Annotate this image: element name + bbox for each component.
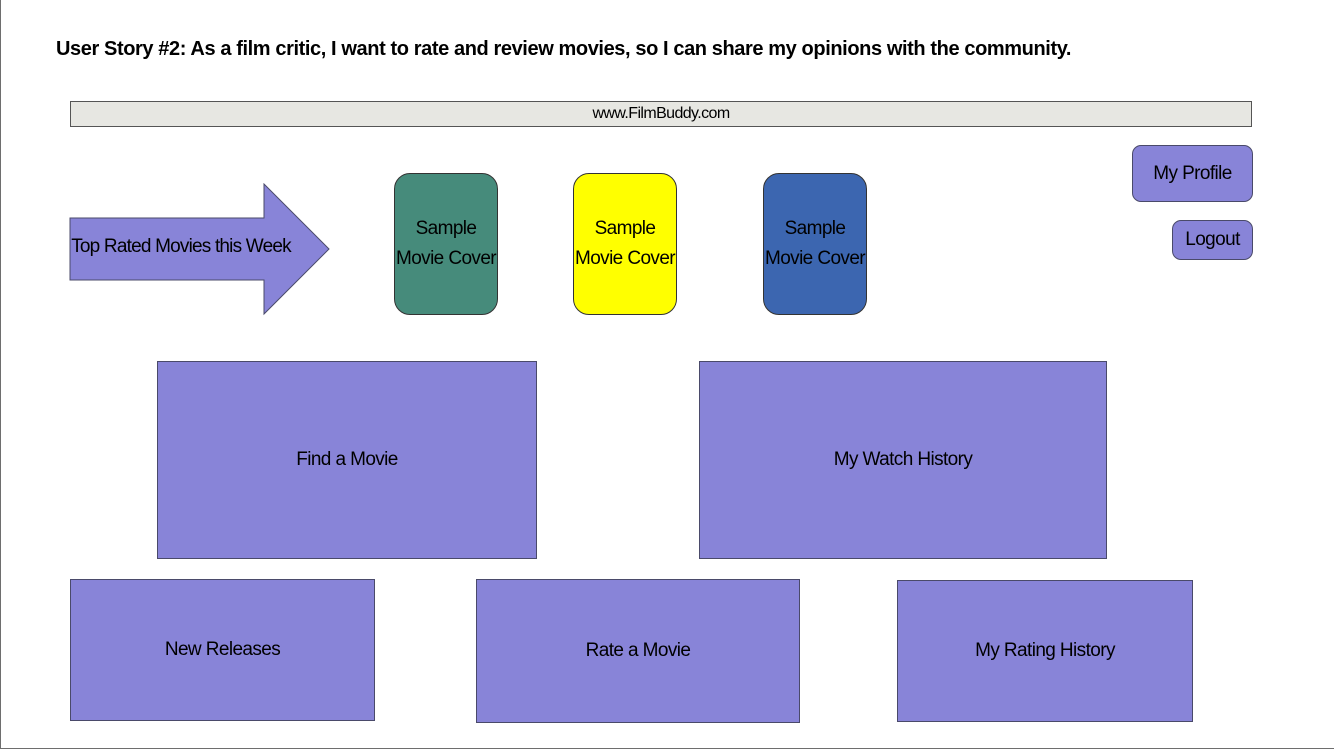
movie-cover-line1: Sample <box>415 218 477 239</box>
find-movie-tile[interactable]: Find a Movie <box>157 361 537 559</box>
watch-history-label: My Watch History <box>833 449 973 470</box>
watch-history-tile[interactable]: My Watch History <box>699 361 1107 559</box>
movie-cover-1[interactable]: Sample Movie Cover <box>394 173 498 315</box>
movie-cover-line2: Movie Cover <box>764 248 866 269</box>
find-movie-label: Find a Movie <box>296 449 398 470</box>
movie-cover-3[interactable]: Sample Movie Cover <box>763 173 867 315</box>
rate-movie-label: Rate a Movie <box>585 640 691 661</box>
rating-history-tile[interactable]: My Rating History <box>897 580 1193 722</box>
movie-cover-2[interactable]: Sample Movie Cover <box>573 173 677 315</box>
url-bar[interactable]: www.FilmBuddy.com <box>70 101 1252 127</box>
url-text: www.FilmBuddy.com <box>592 105 730 122</box>
movie-cover-line2: Movie Cover <box>395 248 497 269</box>
user-story-heading: User Story #2: As a film critic, I want … <box>56 38 1072 60</box>
movie-cover-line2: Movie Cover <box>574 248 676 269</box>
my-profile-label: My Profile <box>1153 162 1232 184</box>
logout-label: Logout <box>1185 229 1240 250</box>
rating-history-label: My Rating History <box>975 640 1115 661</box>
rate-movie-tile[interactable]: Rate a Movie <box>476 579 800 723</box>
logout-button[interactable]: Logout <box>1172 220 1253 260</box>
top-rated-label: Top Rated Movies this Week <box>71 236 291 257</box>
new-releases-tile[interactable]: New Releases <box>70 579 375 721</box>
movie-cover-line1: Sample <box>594 218 656 239</box>
new-releases-label: New Releases <box>164 639 281 660</box>
movie-cover-line1: Sample <box>784 218 846 239</box>
my-profile-button[interactable]: My Profile <box>1132 145 1253 202</box>
